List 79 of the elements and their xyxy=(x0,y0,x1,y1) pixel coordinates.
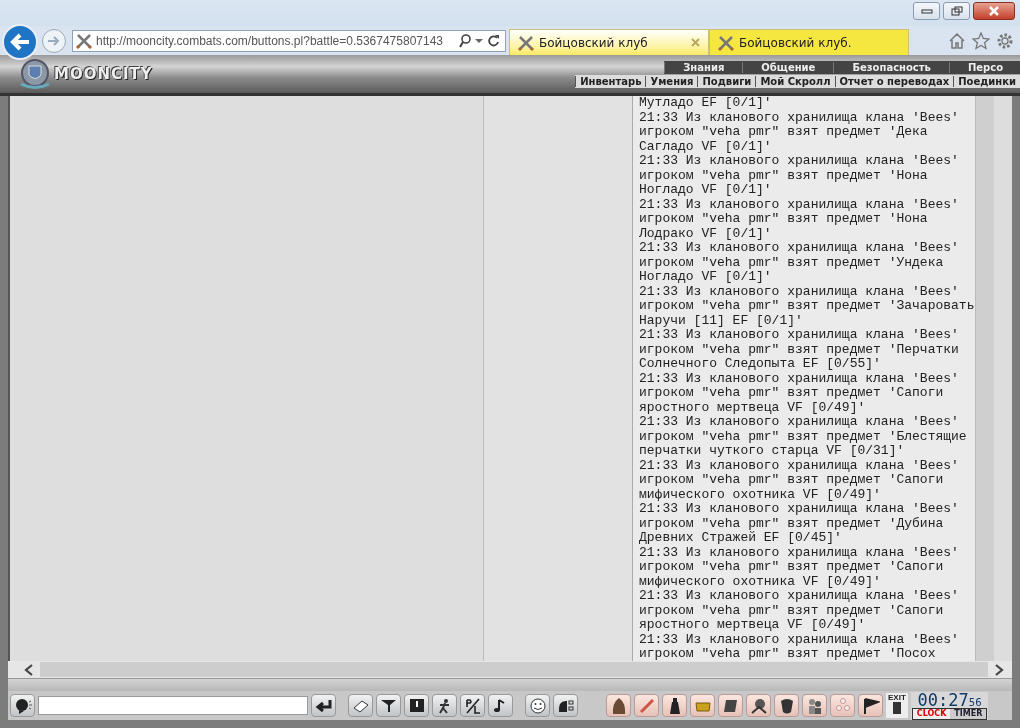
exit-icon xyxy=(891,702,902,714)
restore-icon xyxy=(950,6,963,16)
clock-seconds: 56 xyxy=(968,696,982,708)
tab-title: Бойцовский клуб. xyxy=(739,35,853,50)
star-icon[interactable] xyxy=(972,31,990,50)
home-icon[interactable] xyxy=(948,31,966,50)
log-entry: 21:33 Из кланового хранилища клана 'Bees' игроком "veha pmr" взят предмет 'Сапоги мифического охотника VF [0/49]' xyxy=(639,545,960,589)
save-button[interactable] xyxy=(404,694,429,717)
restore-button[interactable] xyxy=(943,2,970,20)
speak-icon xyxy=(13,697,32,714)
minimize-button[interactable] xyxy=(913,2,940,20)
menu-link[interactable]: Персо xyxy=(948,61,1020,73)
log-entry: 21:33 Из кланового хранилища клана 'Bees' игроком "veha pmr" взят предмет 'Блестящие перчатки чуткого старца VF [0/31]' xyxy=(639,415,968,459)
address-bar[interactable]: http://mooncity.combats.com/buttons.pl?battle=0.5367475807143 xyxy=(72,29,506,52)
log-entry: 21:33 Из кланового хранилища клана 'Bees' игроком "veha pmr" взят предмет 'Дека Сагладо VF [0/1]' xyxy=(639,110,960,154)
menu-link[interactable]: Отчет о переводах xyxy=(834,75,954,87)
flag-icon xyxy=(861,696,880,715)
horizontal-scrollbar[interactable] xyxy=(8,661,1012,678)
fraction-button[interactable] xyxy=(460,694,485,717)
smiley-button[interactable] xyxy=(525,694,550,717)
crossed-swords-icon xyxy=(76,32,92,49)
emblem-icon xyxy=(18,58,52,90)
browser-tab[interactable]: Бойцовский клуб xyxy=(509,29,709,55)
log-entry: Мутладо EF [0/1]' xyxy=(639,96,773,111)
url-text: http://mooncity.combats.com/buttons.pl?battle=0.5367475807143 xyxy=(96,33,444,48)
exit-button[interactable]: EXIT xyxy=(886,693,908,718)
people-button[interactable] xyxy=(802,694,827,717)
menu-link[interactable]: Общение xyxy=(742,61,834,73)
back-icon xyxy=(9,31,31,52)
close-button[interactable] xyxy=(973,2,1015,20)
browser-tab[interactable]: Бойцовский клуб. xyxy=(709,29,909,55)
send-button[interactable] xyxy=(311,694,336,717)
log-entry: 21:33 Из кланового хранилища клана 'Bees' игроком "veha pmr" взят предмет 'Ундека Ноглaдо VF [0/1]' xyxy=(639,241,960,285)
menu-link[interactable]: Безопасность xyxy=(833,61,949,73)
log-entry: 21:33 Из кланового хранилища клана 'Bees' игроком "veha pmr" взят предмет 'Сапоги мифического охотника VF [0/49]' xyxy=(639,458,960,502)
eraser-button[interactable] xyxy=(348,694,373,717)
menu-link[interactable]: Знания xyxy=(664,61,743,73)
runner-button[interactable] xyxy=(432,694,457,717)
save-icon xyxy=(407,697,426,714)
log-entry: 21:33 Из кланового хранилища клана 'Bees' игроком "veha pmr" взят предмет 'Сапоги яростного мертвеца VF [0/49]' xyxy=(639,589,960,633)
music-button[interactable] xyxy=(488,694,513,717)
search-icon[interactable] xyxy=(459,33,471,48)
menu-link[interactable]: Подвиги xyxy=(697,75,756,87)
flag-button[interactable] xyxy=(858,694,883,717)
log-entry: 21:33 Из кланового хранилища клана 'Bees' игроком "veha pmr" взят предмет 'Посох xyxy=(639,632,960,661)
log-entry: 21:33 Из кланового хранилища клана 'Bees' игроком "veha pmr" взят предмет 'Перчатки Солнечного Следопыта EF [0/55]' xyxy=(639,328,960,372)
fraction-icon xyxy=(463,697,482,714)
tab-title: Бойцовский клуб xyxy=(539,35,649,50)
clock-mode-tab[interactable]: TIMER xyxy=(950,708,987,719)
vertical-scrollbar[interactable] xyxy=(975,96,994,661)
log-entry: 21:33 Из кланового хранилища клана 'Bees' игроком "veha pmr" взят предмет 'Зачаровать Наручи [11] EF [0/1]' xyxy=(639,284,975,328)
log-entry: 21:33 Из кланового хранилища клана 'Bees' игроком "veha pmr" взят предмет 'Дубина Древних Стражей EF [0/45]' xyxy=(639,502,960,546)
log-entry: 21:33 Из кланового хранилища клана 'Bees' игроком "veha pmr" взят предмет 'Сапоги яростного мертвеца VF [0/49]' xyxy=(639,371,960,415)
crossed-swords-icon xyxy=(518,34,534,51)
scroll-right-icon[interactable] xyxy=(994,663,1004,676)
scroll-left-icon[interactable] xyxy=(24,663,34,676)
forward-icon xyxy=(47,34,61,47)
filter-button[interactable] xyxy=(376,694,401,717)
clock-mode-tab[interactable]: CLOCK xyxy=(912,708,951,719)
settings-icon[interactable] xyxy=(996,31,1014,50)
clock-time: 00:27 xyxy=(917,691,969,708)
send-icon xyxy=(314,698,333,713)
chat-input[interactable] xyxy=(38,696,308,715)
log-entry: 21:33 Из кланового хранилища клана 'Bees' игроком "veha pmr" взят предмет 'Нона Лодрако VF [0/1]' xyxy=(639,197,960,241)
logo-text: MOONCITY xyxy=(54,65,153,83)
menu-link[interactable]: Мой Скролл xyxy=(755,75,835,87)
minimize-icon xyxy=(920,7,933,15)
refresh-icon[interactable] xyxy=(487,34,500,47)
filter-icon xyxy=(379,698,398,713)
smiley-icon xyxy=(528,697,547,714)
menu-link[interactable]: Умения xyxy=(645,75,698,87)
log-entry: 21:33 Из кланового хранилища клана 'Bees' игроком "veha pmr" взят предмет 'Нона Ногладо VF [0/1]' xyxy=(639,154,960,198)
dropdown-icon[interactable] xyxy=(475,37,483,44)
close-icon xyxy=(988,6,1000,16)
speak-button[interactable] xyxy=(10,694,35,717)
crossed-swords-icon xyxy=(718,34,734,51)
menu-link[interactable]: Поединки xyxy=(953,75,1020,87)
menu-link[interactable]: Инвентарь xyxy=(575,75,646,87)
eraser-icon xyxy=(351,698,370,713)
